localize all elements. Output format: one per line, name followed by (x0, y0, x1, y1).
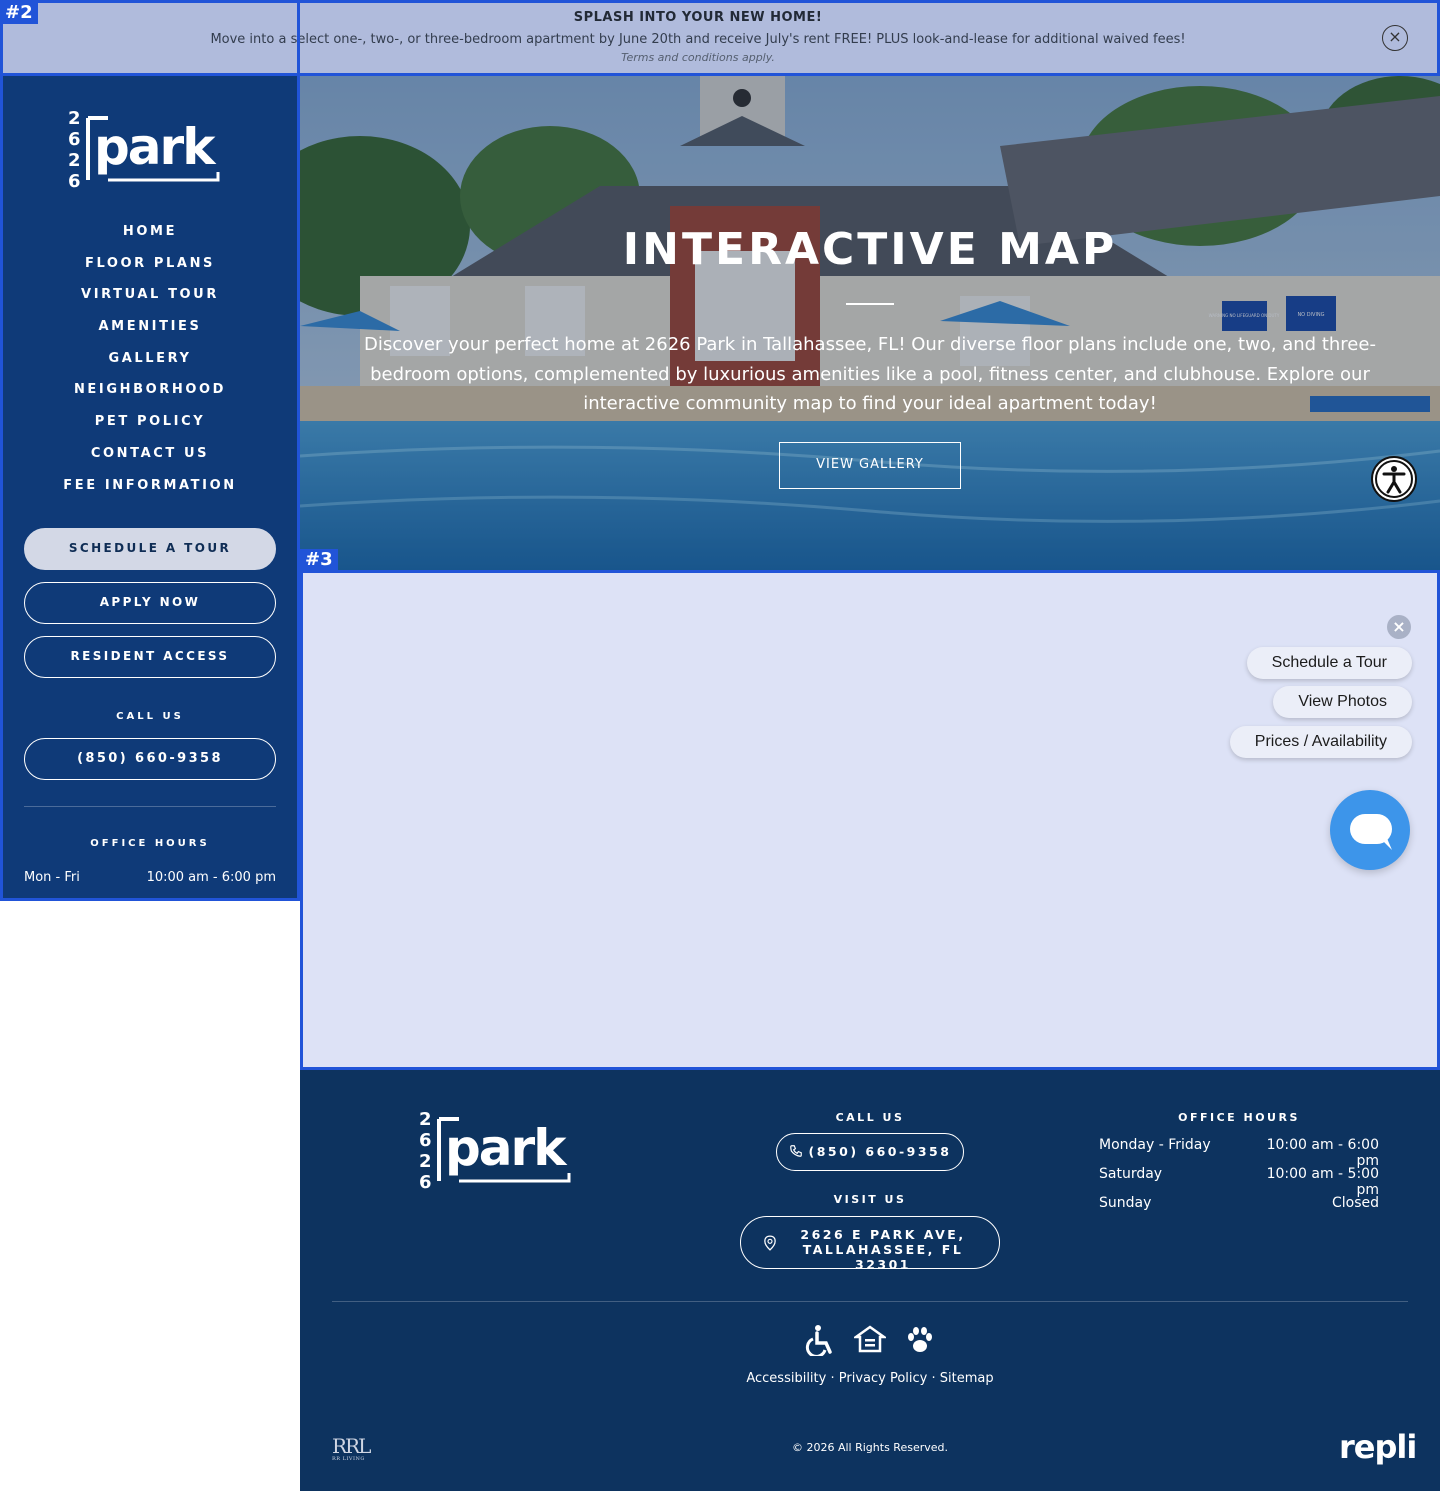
logo-digit-4: 6 (68, 171, 81, 190)
privacy-policy-link[interactable]: Privacy Policy (839, 1371, 928, 1386)
banner-text: Move into a select one-, two-, or three-… (210, 32, 1186, 47)
resident-access-button[interactable]: RESIDENT ACCESS (24, 636, 276, 678)
sidebar-hours-time: 10:00 am - 6:00 pm (146, 870, 276, 885)
promo-banner: SPLASH INTO YOUR NEW HOME! Move into a s… (0, 0, 1440, 76)
footer-phone-text: (850) 660-9358 (808, 1144, 952, 1159)
nav-floor-plans[interactable]: FLOOR PLANS (0, 254, 300, 286)
annotation-tag-3: #3 (300, 549, 338, 571)
logo-word: park (94, 118, 217, 176)
float-view-photos-button[interactable]: View Photos (1273, 686, 1412, 718)
footer-logo-digit-4: 6 (419, 1172, 432, 1191)
accessibility-widget-button[interactable] (1371, 456, 1417, 502)
wheelchair-icon (805, 1325, 832, 1356)
paw-icon (908, 1327, 932, 1352)
footer-hours-time: Closed (1331, 1195, 1379, 1211)
banner-terms: Terms and conditions apply. (621, 51, 775, 64)
nav-neighborhood[interactable]: NEIGHBORHOOD (0, 380, 300, 412)
logo-digit-2: 6 (68, 129, 81, 150)
nav-amenities[interactable]: AMENITIES (0, 317, 300, 349)
banner-title: SPLASH INTO YOUR NEW HOME! (573, 10, 823, 25)
schedule-tour-button[interactable]: SCHEDULE A TOUR (24, 528, 276, 570)
footer-office-hours-label: OFFICE HOURS (1178, 1111, 1300, 1124)
hero-divider (846, 303, 894, 305)
logo-digit-1: 2 (68, 108, 81, 129)
footer-hours-day: Sunday (1099, 1195, 1152, 1211)
sidebar: 2 6 2 6 park HOME FLOOR PLANS VIRTUAL TO… (0, 76, 300, 900)
footer-divider (332, 1301, 1408, 1302)
view-gallery-button[interactable]: VIEW GALLERY (779, 442, 961, 489)
call-us-label: CALL US (116, 711, 184, 722)
footer-logo-digit-1: 2 (419, 1109, 432, 1130)
sidebar-hours-row: Mon - Fri 10:00 am - 6:00 pm (24, 870, 276, 885)
banner-close-button[interactable]: × (1382, 25, 1408, 51)
sidebar-hours-day: Mon - Fri (24, 870, 80, 885)
chat-launcher-button[interactable] (1330, 790, 1410, 870)
phone-icon (789, 1145, 802, 1157)
footer: 2 6 2 6 park CALL US (850) 660-9358 VISI… (300, 1068, 1440, 1491)
sidebar-divider (24, 806, 276, 807)
main-nav: HOME FLOOR PLANS VIRTUAL TOUR AMENITIES … (0, 222, 300, 507)
repli-logo[interactable]: repli (1339, 1428, 1417, 1466)
sitemap-link[interactable]: Sitemap (940, 1371, 994, 1386)
footer-address-line2: TALLAHASSEE, FL 32301 (802, 1242, 964, 1272)
footer-call-us-label: CALL US (835, 1111, 905, 1124)
sidebar-phone-button[interactable]: (850) 660-9358 (24, 738, 276, 780)
apply-now-button[interactable]: APPLY NOW (24, 582, 276, 624)
footer-hours-time: 10:00 am - 5:00 pm (1266, 1166, 1379, 1198)
hero-section: WARNING NO LIFEGUARD ON DUTY NO DIVING I… (300, 76, 1440, 570)
footer-park-logo[interactable]: 2 6 2 6 park (419, 1107, 583, 1191)
footer-hours-time: 10:00 am - 6:00 pm (1266, 1137, 1379, 1169)
footer-hours-row: Monday - Friday 10:00 am - 6:00 pm (1099, 1137, 1379, 1169)
float-schedule-tour-button[interactable]: Schedule a Tour (1246, 647, 1412, 679)
nav-virtual-tour[interactable]: VIRTUAL TOUR (0, 285, 300, 317)
footer-address-line1: 2626 E PARK AVE, (800, 1227, 966, 1242)
nav-fee-information[interactable]: FEE INFORMATION (0, 476, 300, 508)
footer-visit-us-label: VISIT US (833, 1193, 907, 1206)
footer-hours-day: Saturday (1099, 1166, 1163, 1182)
accessibility-icon (1375, 460, 1413, 498)
interactive-map-area[interactable]: × Schedule a Tour View Photos Prices / A… (300, 570, 1440, 1068)
rrl-logo-subtext: RR LIVING (332, 1456, 365, 1462)
footer-icons (804, 1324, 936, 1356)
logo-digit-3: 2 (68, 150, 81, 171)
chat-icon (1350, 814, 1392, 850)
hero-description: Discover your perfect home at 2626 Park … (364, 334, 1376, 414)
park-logo[interactable]: 2 6 2 6 park (68, 106, 232, 190)
nav-contact-us[interactable]: CONTACT US (0, 444, 300, 476)
footer-link-separator: · (931, 1371, 936, 1386)
floating-menu-close-button[interactable]: × (1387, 615, 1411, 639)
footer-hours-row: Saturday 10:00 am - 5:00 pm (1099, 1166, 1379, 1198)
equal-housing-icon (854, 1325, 886, 1353)
footer-address-button[interactable]: 2626 E PARK AVE, TALLAHASSEE, FL 32301 (740, 1216, 1000, 1272)
footer-links: Accessibility · Privacy Policy · Sitemap (300, 1371, 1440, 1386)
footer-logo-digit-2: 6 (419, 1130, 432, 1151)
footer-hours-table: Monday - Friday 10:00 am - 6:00 pm Satur… (1099, 1137, 1379, 1224)
hero-overlay (300, 76, 1440, 570)
copyright-text: © 2026 All Rights Reserved. (791, 1441, 948, 1454)
float-prices-availability-button[interactable]: Prices / Availability (1229, 726, 1412, 758)
map-pin-icon (764, 1235, 776, 1251)
footer-phone-button[interactable]: (850) 660-9358 (776, 1133, 964, 1171)
annotation-tag-2: #2 (0, 2, 38, 24)
footer-hours-row: Sunday Closed (1099, 1195, 1379, 1224)
accessibility-link[interactable]: Accessibility (746, 1371, 826, 1386)
nav-gallery[interactable]: GALLERY (0, 349, 300, 381)
footer-logo-digit-3: 2 (419, 1151, 432, 1172)
nav-home[interactable]: HOME (0, 222, 300, 254)
footer-hours-day: Monday - Friday (1099, 1137, 1211, 1153)
footer-logo-word: park (445, 1119, 568, 1177)
page-title: INTERACTIVE MAP (622, 224, 1118, 275)
footer-link-separator: · (830, 1371, 835, 1386)
nav-pet-policy[interactable]: PET POLICY (0, 412, 300, 444)
office-hours-label: OFFICE HOURS (90, 838, 210, 849)
